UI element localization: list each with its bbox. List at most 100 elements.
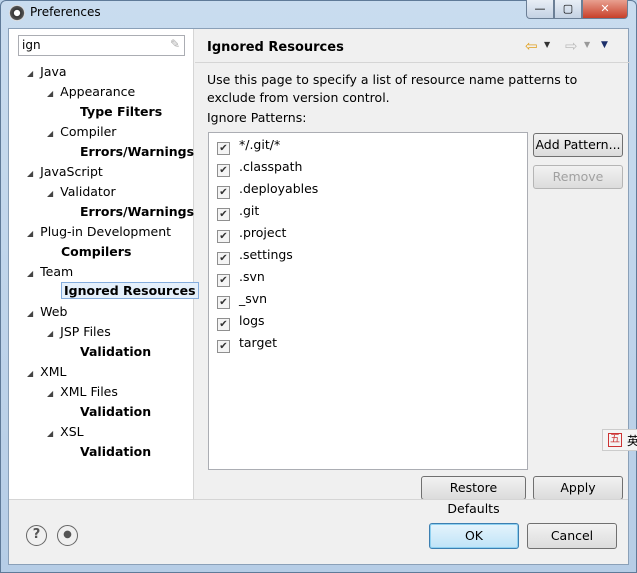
ime-language: 英 xyxy=(627,434,637,448)
expand-arrow-icon[interactable]: ◢ xyxy=(47,389,53,398)
pattern-name: .project xyxy=(239,225,287,240)
pattern-checkbox[interactable]: ✔ xyxy=(217,318,230,331)
remove-button[interactable]: Remove xyxy=(533,165,623,189)
pattern-row[interactable]: ✔ .project xyxy=(217,225,286,243)
expand-arrow-icon[interactable]: ◢ xyxy=(47,329,53,338)
pattern-checkbox[interactable]: ✔ xyxy=(217,340,230,353)
pattern-checkbox[interactable]: ✔ xyxy=(217,164,230,177)
expand-arrow-icon[interactable]: ◢ xyxy=(47,129,53,138)
pattern-checkbox[interactable]: ✔ xyxy=(217,274,230,287)
tree-item[interactable]: Validation xyxy=(80,344,151,359)
expand-arrow-icon[interactable]: ◢ xyxy=(27,229,33,238)
apply-button[interactable]: Apply xyxy=(533,476,623,500)
pattern-name: .settings xyxy=(239,247,293,262)
tree-item-label: Ignored Resources xyxy=(61,282,199,299)
tree-item[interactable]: Validation xyxy=(80,404,151,419)
pattern-row[interactable]: ✔ .settings xyxy=(217,247,293,265)
view-menu-icon[interactable]: ▼ xyxy=(601,40,608,50)
expand-arrow-icon[interactable]: ◢ xyxy=(47,89,53,98)
pattern-row[interactable]: ✔ .git xyxy=(217,203,259,221)
filter-input[interactable]: ign ✎ xyxy=(18,35,185,56)
open-dialog-icon[interactable]: ● xyxy=(57,525,78,546)
pattern-name: .deployables xyxy=(239,181,319,196)
forward-arrow-icon[interactable]: ⇨ xyxy=(565,37,578,55)
preference-tree-panel: ign ✎ ◢ Java ◢ Appearance Type Filters ◢ Compil… xyxy=(9,29,199,499)
tree-item[interactable]: Ignored Resources xyxy=(61,282,199,299)
window-title: Preferences xyxy=(30,5,101,19)
pattern-row[interactable]: ✔ target xyxy=(217,335,277,353)
tree-item-label: Web xyxy=(40,304,68,319)
expand-arrow-icon[interactable]: ◢ xyxy=(47,429,53,438)
pattern-checkbox[interactable]: ✔ xyxy=(217,230,230,243)
tree-item[interactable]: Errors/Warnings xyxy=(80,204,194,219)
tree-item-label: Validator xyxy=(60,184,116,199)
page-description: Use this page to specify a list of resou… xyxy=(207,72,578,105)
ignore-patterns-label: Ignore Patterns: xyxy=(207,110,307,125)
expand-arrow-icon[interactable]: ◢ xyxy=(27,269,33,278)
pattern-checkbox[interactable]: ✔ xyxy=(217,252,230,265)
restore-defaults-button[interactable]: Restore Defaults xyxy=(421,476,526,516)
close-button[interactable]: ✕ xyxy=(582,0,628,19)
tree-item-label: Java xyxy=(40,64,67,79)
tree-item[interactable]: Errors/Warnings xyxy=(80,144,194,159)
pattern-checkbox[interactable]: ✔ xyxy=(217,296,230,309)
page-title: Ignored Resources xyxy=(207,40,344,55)
expand-arrow-icon[interactable]: ◢ xyxy=(27,369,33,378)
tree-item[interactable]: ◢ Compiler xyxy=(47,124,116,139)
tree-item[interactable]: ◢ Validator xyxy=(47,184,116,199)
pattern-row[interactable]: ✔ .classpath xyxy=(217,159,302,177)
tree-item[interactable]: ◢ Team xyxy=(27,264,73,279)
tree-item-label: XML xyxy=(40,364,67,379)
tree-item[interactable]: ◢ Plug-in Development xyxy=(27,224,171,239)
add-pattern-button[interactable]: Add Pattern... xyxy=(533,133,623,157)
tree-item-label: Type Filters xyxy=(80,104,163,119)
tree-item[interactable]: ◢ Appearance xyxy=(47,84,135,99)
ignore-patterns-list[interactable]: ✔ */.git/* ✔ .classpath ✔ .deployables ✔ .git ✔.… xyxy=(208,132,528,470)
minimize-button[interactable]: — xyxy=(526,0,554,19)
tree-item[interactable]: ◢ Java xyxy=(27,64,67,79)
tree-item[interactable]: Validation xyxy=(80,444,151,459)
pattern-name: .classpath xyxy=(239,159,303,174)
expand-arrow-icon[interactable]: ◢ xyxy=(47,189,53,198)
tree-item[interactable]: Type Filters xyxy=(80,104,162,119)
cancel-button[interactable]: Cancel xyxy=(527,523,617,549)
tree-item[interactable]: Compilers xyxy=(61,244,131,259)
tree-item-label: Compilers xyxy=(61,244,132,259)
pattern-checkbox[interactable]: ✔ xyxy=(217,208,230,221)
help-icon[interactable]: ? xyxy=(26,525,47,546)
pattern-row[interactable]: ✔ logs xyxy=(217,313,265,331)
back-dropdown-icon[interactable]: ▼ xyxy=(544,40,550,49)
footer-divider xyxy=(9,499,628,500)
ime-mode-icon: 五 xyxy=(608,433,622,447)
pattern-name: .git xyxy=(239,203,260,218)
pattern-checkbox[interactable]: ✔ xyxy=(217,142,230,155)
expand-arrow-icon[interactable]: ◢ xyxy=(27,69,33,78)
tree-item[interactable]: ◢ Web xyxy=(27,304,67,319)
pattern-row[interactable]: ✔ _svn xyxy=(217,291,267,309)
back-arrow-icon[interactable]: ⇦ xyxy=(525,37,538,55)
tree-item-label: Errors/Warnings xyxy=(80,204,195,219)
forward-dropdown-icon[interactable]: ▼ xyxy=(584,40,590,49)
tree-item-label: Validation xyxy=(80,344,152,359)
tree-item[interactable]: ◢ XML Files xyxy=(47,384,118,399)
ok-button[interactable]: OK xyxy=(429,523,519,549)
expand-arrow-icon[interactable]: ◢ xyxy=(27,309,33,318)
tree-item-label: Errors/Warnings xyxy=(80,144,195,159)
tree-item[interactable]: ◢ JSP Files xyxy=(47,324,111,339)
pattern-checkbox[interactable]: ✔ xyxy=(217,186,230,199)
preferences-dialog: ign ✎ ◢ Java ◢ Appearance Type Filters ◢ Compil… xyxy=(8,28,630,565)
clear-filter-icon[interactable]: ✎ xyxy=(170,37,180,51)
tree-item[interactable]: ◢ XSL xyxy=(47,424,84,439)
expand-arrow-icon[interactable]: ◢ xyxy=(27,169,33,178)
tree-item-label: XML Files xyxy=(60,384,118,399)
pattern-name: logs xyxy=(239,313,265,328)
tree-item[interactable]: ◢ XML xyxy=(27,364,66,379)
pattern-row[interactable]: ✔ .deployables xyxy=(217,181,318,199)
maximize-button[interactable]: ▢ xyxy=(554,0,582,19)
tree-item-label: JSP Files xyxy=(60,324,111,339)
tree-item[interactable]: ◢ JavaScript xyxy=(27,164,103,179)
pattern-row[interactable]: ✔ .svn xyxy=(217,269,265,287)
tree-item-label: Validation xyxy=(80,404,152,419)
ime-indicator[interactable]: 五 英 xyxy=(602,429,637,451)
pattern-row[interactable]: ✔ */.git/* xyxy=(217,137,280,155)
